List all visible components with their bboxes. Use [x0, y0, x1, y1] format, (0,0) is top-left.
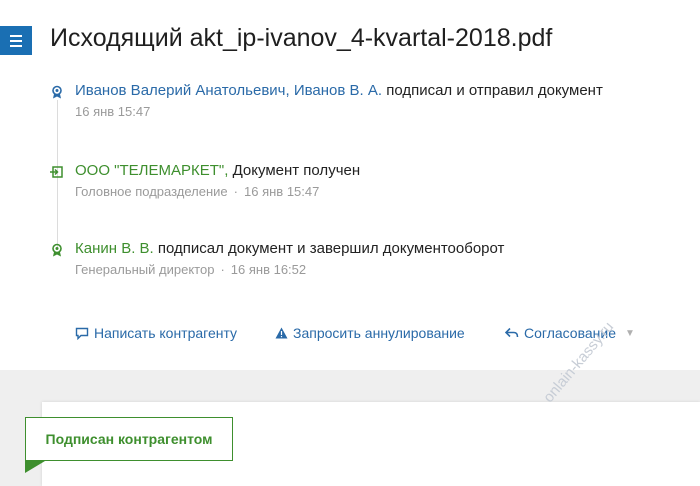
status-badge-label: Подписан контрагентом [45, 431, 213, 447]
event-time: 16 янв 16:52 [230, 262, 307, 277]
seal-icon [52, 243, 62, 257]
comment-icon [75, 327, 89, 340]
seal-icon [52, 85, 62, 99]
event-time: 16 янв 15:47 [244, 184, 320, 199]
event-actor-link[interactable]: ООО "ТЕЛЕМАРКЕТ", [75, 162, 228, 179]
hamburger-icon-bar [10, 34, 22, 37]
event-action-text: подписал документ и завершил документооб… [157, 240, 505, 257]
inbox-icon [50, 166, 63, 178]
status-badge-tail [25, 461, 45, 473]
status-badge: Подписан контрагентом [25, 417, 233, 461]
event-department: Генеральный директор [75, 262, 215, 277]
event-time: 16 янв 15:47 [75, 104, 151, 119]
event-actor-link[interactable]: Иванов Валерий Анатольевич, Иванов В. А. [75, 82, 382, 99]
warning-icon [275, 327, 288, 339]
event-action-text: подписал и отправил документ [386, 82, 603, 99]
hamburger-icon-bar [10, 44, 22, 47]
page-title: Исходящий akt_ip-ivanov_4-kvartal-2018.p… [50, 24, 553, 52]
separator-dot: · [220, 262, 225, 277]
hamburger-menu-button[interactable] [0, 26, 32, 55]
chevron-down-icon: ▼ [625, 327, 635, 339]
separator-dot: · [233, 184, 239, 199]
event-action-text: Документ получен [232, 162, 361, 179]
hamburger-icon-bar [10, 39, 22, 42]
request-annulment-label: Запросить аннулирование [293, 325, 465, 341]
write-counterparty-button[interactable]: Написать контрагенту [75, 325, 237, 341]
event-actor-link[interactable]: Канин В. В. [75, 240, 154, 257]
request-annulment-button[interactable]: Запросить аннулирование [275, 325, 465, 341]
event-department: Головное подразделение [75, 184, 228, 199]
write-counterparty-label: Написать контрагенту [94, 325, 238, 341]
reply-arrow-icon [505, 327, 519, 338]
